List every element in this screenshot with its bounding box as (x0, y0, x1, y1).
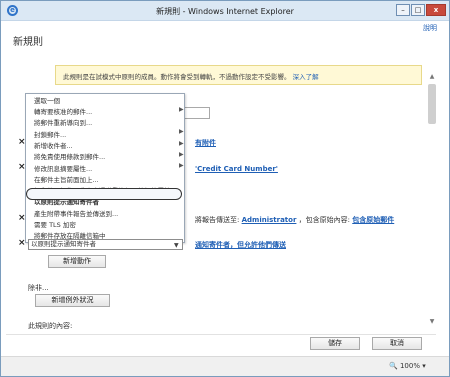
test-mode-notice: 此規則是在試模式中原則的成員。動作將會受到轉軌，不過動作設定不受影響。 深入了解 (55, 65, 422, 85)
pattern-link[interactable]: 'Credit Card Number' (195, 165, 278, 173)
notify-sender-link[interactable]: 通知寄件者，但允許他們傳送 (195, 241, 286, 249)
menu-item[interactable]: 選取一個 (34, 95, 184, 105)
notify-sender-action: 通知寄件者，但允許他們傳送 (195, 240, 286, 250)
action-select[interactable]: 以原則提示通知寄件者 (28, 239, 183, 250)
condition-attachment: 有附件 (195, 138, 216, 148)
selected-item-highlight (26, 188, 182, 200)
help-link[interactable]: 說明 (423, 23, 437, 33)
window-title: 新規則 - Windows Internet Explorer (156, 7, 294, 16)
page-title: 新規則 (13, 37, 43, 48)
menu-item[interactable]: 將郵件重新導向到... (34, 117, 184, 127)
scroll-up-icon[interactable]: ▲ (426, 72, 438, 82)
incident-report-action: 將報告傳送至: Administrator ，包含原始內容: 包含原始郵件 (195, 215, 394, 225)
report-recipient-link[interactable]: Administrator (242, 216, 297, 224)
menu-item[interactable]: 需要 TLS 加密 (34, 219, 184, 229)
scroll-down-icon[interactable]: ▼ (426, 317, 438, 327)
except-label: 除非... (28, 284, 49, 292)
menu-item[interactable]: 將免責使用條款到郵件... (34, 151, 184, 161)
submenu-arrow-icon: ▶ (179, 128, 184, 135)
submenu-arrow-icon: ▶ (179, 162, 184, 169)
save-button[interactable]: 儲存 (310, 337, 360, 350)
maximize-button[interactable]: □ (411, 4, 425, 16)
learn-more-link[interactable]: 深入了解 (293, 73, 319, 81)
menu-item[interactable]: 轉寄要核准的郵件... (34, 106, 184, 116)
close-button[interactable]: x (426, 4, 446, 16)
vertical-scrollbar[interactable]: ▲ ▼ (426, 72, 438, 334)
report-content-link[interactable]: 包含原始郵件 (352, 216, 394, 224)
submenu-arrow-icon: ▶ (179, 106, 184, 113)
notice-text: 此規則是在試模式中原則的成員。動作將會受到轉軌，不過動作設定不受影響。 (63, 73, 291, 81)
report-mid: ，包含原始內容: (298, 216, 350, 224)
attachment-link[interactable]: 有附件 (195, 139, 216, 147)
cancel-button[interactable]: 取消 (372, 337, 422, 350)
divider (6, 334, 436, 335)
submenu-arrow-icon: ▶ (179, 140, 184, 147)
action-dropdown-menu: 選取一個 轉寄要核准的郵件... 將郵件重新導向到... 封鎖郵件... 新增收… (25, 93, 185, 243)
menu-item[interactable]: 新增收件者... (34, 140, 184, 150)
scroll-thumb[interactable] (428, 84, 436, 124)
menu-item[interactable]: 修改訊息摘要屬性... (34, 163, 184, 173)
menu-item[interactable]: 封鎖郵件... (34, 129, 184, 139)
minimize-button[interactable]: – (396, 4, 410, 16)
add-action-button[interactable]: 新增動作 (48, 255, 106, 268)
zoom-level: 100% (399, 362, 420, 370)
submenu-arrow-icon: ▶ (179, 151, 184, 158)
chevron-down-icon: ▾ (422, 362, 426, 370)
title-bar: e 新規則 - Windows Internet Explorer – □ x (1, 1, 449, 21)
zoom-control[interactable]: 🔍 100% ▾ (389, 362, 426, 370)
report-prefix: 將報告傳送至: (195, 216, 240, 224)
condition-pattern: 'Credit Card Number' (195, 165, 278, 173)
rule-properties-label: 此規則的內容: (28, 322, 73, 330)
menu-item[interactable]: 在郵件主旨前面加上... (34, 174, 184, 184)
chevron-down-icon: ▼ (174, 242, 179, 249)
zoom-icon: 🔍 (389, 362, 398, 370)
menu-item[interactable]: 產生附帶事件報告並傳送到... (34, 208, 184, 218)
add-exception-button[interactable]: 新增例外狀況 (35, 294, 110, 307)
status-bar: 🔍 100% ▾ (1, 356, 449, 376)
